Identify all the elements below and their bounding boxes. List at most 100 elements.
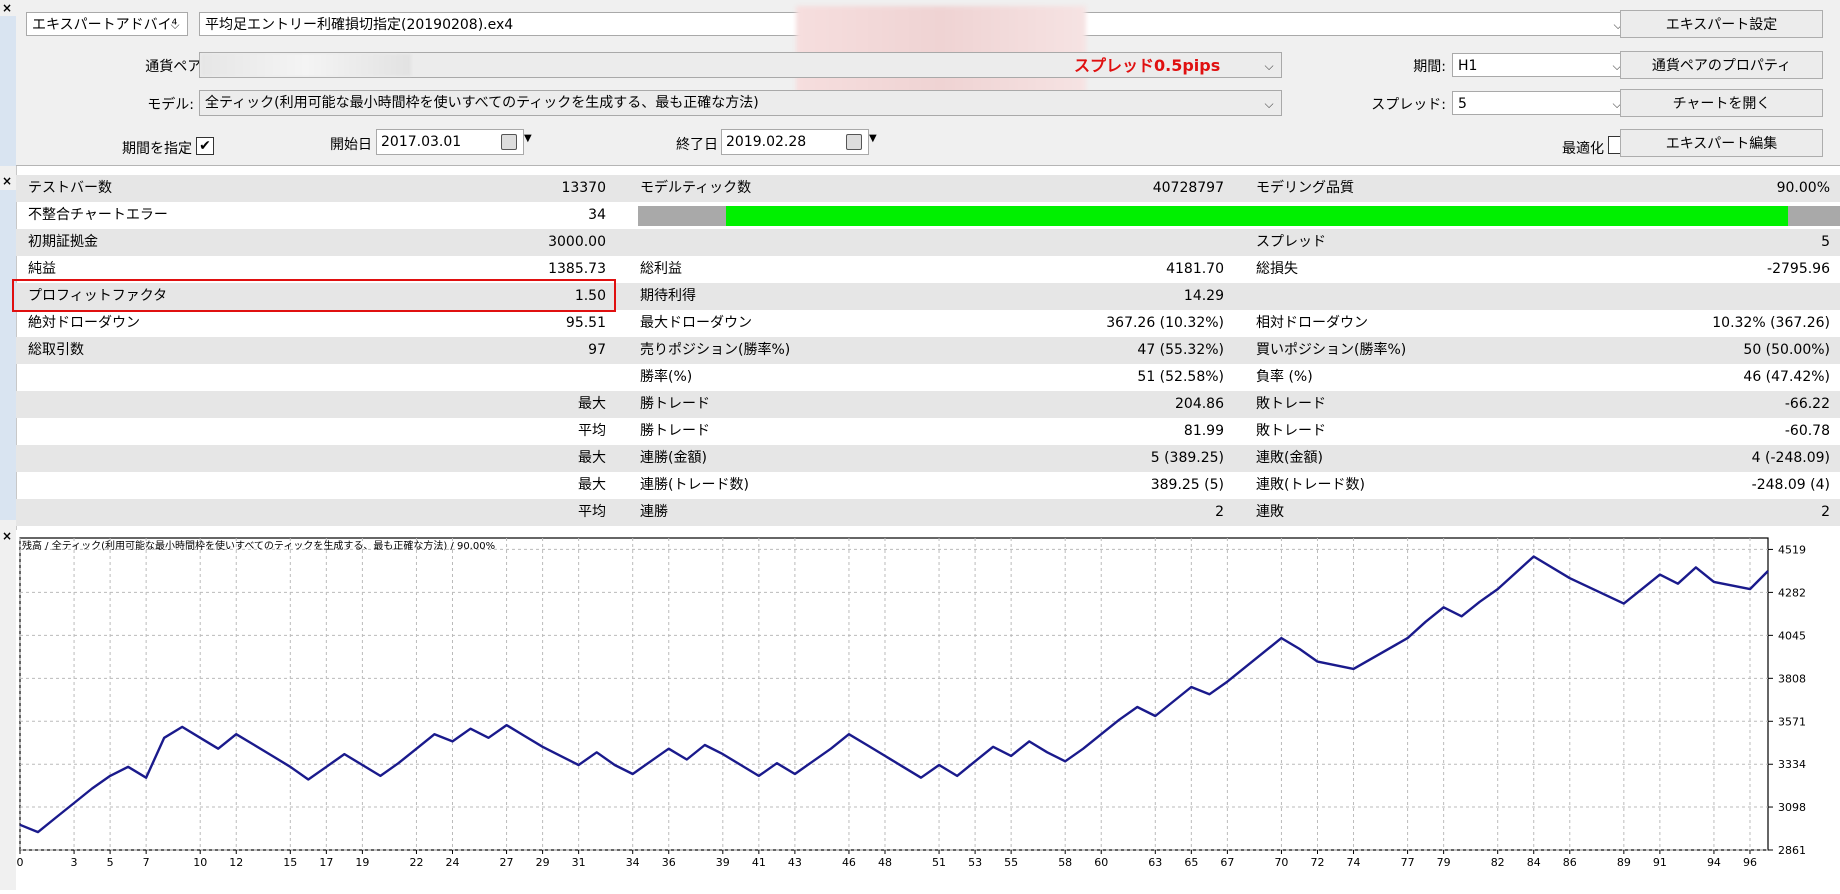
x-tick-label: 60 — [1094, 856, 1108, 869]
largest-win-label: 勝トレード — [640, 396, 710, 412]
close-icon[interactable]: × — [2, 530, 12, 542]
close-icon[interactable]: × — [2, 175, 12, 187]
largest-loss-label: 敗トレード — [1256, 396, 1326, 412]
largest-label: 最大 — [578, 477, 606, 493]
dropdown-arrow-icon[interactable]: ▼ — [524, 133, 532, 144]
model-label: モデル: — [147, 97, 194, 113]
calendar-icon[interactable] — [501, 134, 517, 150]
y-tick-label: 3334 — [1778, 758, 1806, 771]
dropdown-arrow-icon[interactable]: ▼ — [869, 133, 877, 144]
spread-select[interactable]: 5 ⌵ — [1452, 91, 1630, 115]
close-icon[interactable]: × — [2, 2, 12, 14]
use-date-label: 期間を指定 — [122, 141, 192, 157]
consecutive-losses-amount-label: 連敗(金額) — [1256, 450, 1323, 466]
x-tick-label: 7 — [143, 856, 150, 869]
gross-profit-label: 総利益 — [640, 261, 682, 277]
edit-expert-button[interactable]: エキスパート編集 — [1620, 129, 1823, 157]
win-rate-label: 勝率(%) — [640, 369, 693, 385]
x-tick-label: 17 — [319, 856, 333, 869]
largest-label: 最大 — [578, 396, 606, 412]
x-tick-label: 34 — [626, 856, 640, 869]
average-loss-value: -60.78 — [1784, 423, 1830, 439]
quality-label: モデリング品質 — [1256, 180, 1354, 196]
x-tick-label: 82 — [1491, 856, 1505, 869]
relative-drawdown-label: 相対ドローダウン — [1256, 315, 1368, 331]
table-row: 初期証拠金 3000.00 スプレッド 5 — [16, 229, 1840, 256]
deposit-value: 3000.00 — [548, 234, 606, 250]
start-date-picker[interactable]: 2017.03.01 — [376, 129, 524, 155]
spread-label: スプレッド: — [1371, 97, 1446, 113]
spread-report-label: スプレッド — [1256, 234, 1326, 250]
max-drawdown-label: 最大ドローダウン — [640, 315, 752, 331]
ticks-value: 40728797 — [1152, 180, 1224, 196]
x-tick-label: 63 — [1148, 856, 1162, 869]
x-tick-label: 27 — [500, 856, 514, 869]
consecutive-wins-amount-label: 連勝(金額) — [640, 450, 707, 466]
relative-drawdown-value: 10.32% (367.26) — [1712, 315, 1830, 331]
average-label: 平均 — [578, 423, 606, 439]
balance-chart-svg: 2861 3098 3334 3571 3808 4045 4282 4519 0 3 5 7 10 12… — [17, 537, 1806, 869]
optimize-label: 最適化 — [1562, 141, 1604, 157]
calendar-icon[interactable] — [846, 134, 862, 150]
balance-chart: 2861 3098 3334 3571 3808 4045 4282 4519 0 3 5 7 10 12… — [16, 530, 1840, 890]
x-tick-label: 84 — [1527, 856, 1541, 869]
x-tick-label: 72 — [1310, 856, 1324, 869]
y-tick-label: 3098 — [1778, 801, 1806, 814]
ticks-label: モデルティック数 — [640, 180, 752, 196]
expert-settings-button[interactable]: エキスパート設定 — [1620, 10, 1823, 38]
spread-note: スプレッド0.5pips — [1074, 56, 1221, 75]
chevron-down-icon: ⌵ — [1264, 97, 1274, 111]
model-value: 全ティック(利用可能な最小時間枠を使いすべてのティックを生成する、最も正確な方法… — [205, 95, 759, 111]
plot-area — [19, 537, 1769, 851]
table-row: 勝率(%) 51 (52.58%) 負率 (%) 46 (47.42%) — [16, 364, 1840, 391]
end-date-label: 終了日 — [676, 137, 718, 153]
symbol-label: 通貨ペア: — [145, 59, 206, 75]
y-tick-label: 4282 — [1778, 586, 1806, 599]
long-positions-value: 50 (50.00%) — [1743, 342, 1830, 358]
largest-label: 最大 — [578, 450, 606, 466]
x-tick-label: 67 — [1220, 856, 1234, 869]
consecutive-losses-count-value: -248.09 (4) — [1751, 477, 1830, 493]
average-win-value: 81.99 — [1183, 423, 1224, 439]
end-date-picker[interactable]: 2019.02.28 — [721, 129, 869, 155]
win-rate-value: 51 (52.58%) — [1137, 369, 1224, 385]
model-select[interactable]: 全ティック(利用可能な最小時間枠を使いすべてのティックを生成する、最も正確な方法… — [199, 90, 1282, 116]
sidebar-strip — [0, 16, 16, 166]
absolute-drawdown-label: 絶対ドローダウン — [28, 315, 140, 331]
mismatch-label: 不整合チャートエラー — [28, 207, 168, 223]
x-tick-label: 41 — [752, 856, 766, 869]
x-tick-label: 22 — [409, 856, 423, 869]
table-row: 最大 連勝(トレード数) 389.25 (5) 連敗(トレード数) -248.0… — [16, 472, 1840, 499]
average-label: 平均 — [578, 504, 606, 520]
y-tick-label: 4045 — [1778, 629, 1806, 642]
left-sidebar: × × × — [0, 0, 17, 890]
x-tick-label: 79 — [1437, 856, 1451, 869]
period-label: 期間: — [1413, 59, 1446, 75]
y-tick-label: 2861 — [1778, 844, 1806, 857]
average-consecutive-losses-value: 2 — [1821, 504, 1830, 520]
x-tick-label: 3 — [71, 856, 78, 869]
use-date-checkbox[interactable]: ✔ — [196, 137, 214, 155]
consecutive-wins-count-label: 連勝(トレード数) — [640, 477, 749, 493]
table-row: テストバー数 13370 モデルティック数 40728797 モデリング品質 9… — [16, 175, 1840, 202]
gross-profit-value: 4181.70 — [1166, 261, 1224, 277]
expert-type-select[interactable]: エキスパートアドバイ⁴ ⌵ — [26, 12, 188, 36]
x-tick-label: 48 — [878, 856, 892, 869]
open-chart-button[interactable]: チャートを開く — [1620, 89, 1823, 117]
period-value: H1 — [1458, 58, 1478, 74]
x-tick-label: 89 — [1617, 856, 1631, 869]
average-consecutive-losses-label: 連敗 — [1256, 504, 1284, 520]
total-trades-value: 97 — [588, 342, 606, 358]
symbol-properties-button[interactable]: 通貨ペアのプロパティ — [1620, 51, 1823, 79]
period-select[interactable]: H1 ⌵ — [1452, 53, 1630, 77]
average-consecutive-wins-value: 2 — [1215, 504, 1224, 520]
x-tick-label: 46 — [842, 856, 856, 869]
consecutive-losses-count-label: 連敗(トレード数) — [1256, 477, 1365, 493]
chevron-down-icon: ⌵ — [1264, 59, 1274, 73]
absolute-drawdown-value: 95.51 — [565, 315, 606, 331]
short-positions-label: 売りポジション(勝率%) — [640, 342, 791, 358]
chevron-down-icon: ⌵ — [170, 18, 180, 32]
x-tick-label: 24 — [445, 856, 459, 869]
x-tick-label: 10 — [193, 856, 207, 869]
max-drawdown-value: 367.26 (10.32%) — [1106, 315, 1224, 331]
